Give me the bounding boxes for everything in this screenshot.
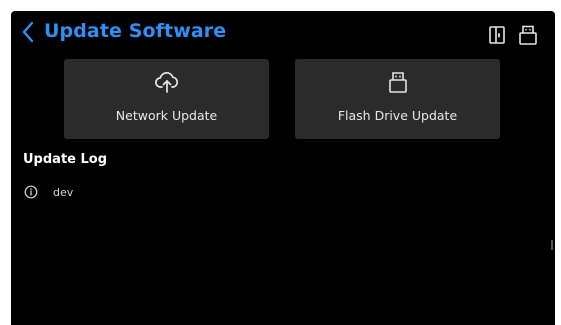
header-bar: Update Software: [11, 11, 555, 51]
page-title: Update Software: [44, 20, 227, 42]
flash-drive-update-label: Flash Drive Update: [337, 108, 458, 123]
info-icon: [24, 185, 38, 199]
usb-drive-icon: [388, 72, 407, 93]
usb-drive-icon: [519, 25, 537, 45]
back-button[interactable]: [17, 19, 39, 45]
usb-status-button[interactable]: [517, 24, 539, 46]
update-log-heading: Update Log: [23, 152, 108, 167]
chevron-left-icon: [22, 21, 34, 43]
exit-button[interactable]: [486, 24, 508, 46]
device-screen: Update Software Network Update Flash Dri…: [11, 11, 555, 325]
door-exit-icon: [489, 26, 505, 44]
flash-drive-update-button[interactable]: Flash Drive Update: [295, 59, 500, 139]
cloud-upload-icon: [154, 72, 178, 93]
scroll-indicator: [551, 240, 553, 250]
log-entry: dev: [23, 183, 73, 201]
network-update-label: Network Update: [115, 108, 218, 123]
network-update-button[interactable]: Network Update: [64, 59, 269, 139]
log-entry-text: dev: [53, 185, 74, 199]
